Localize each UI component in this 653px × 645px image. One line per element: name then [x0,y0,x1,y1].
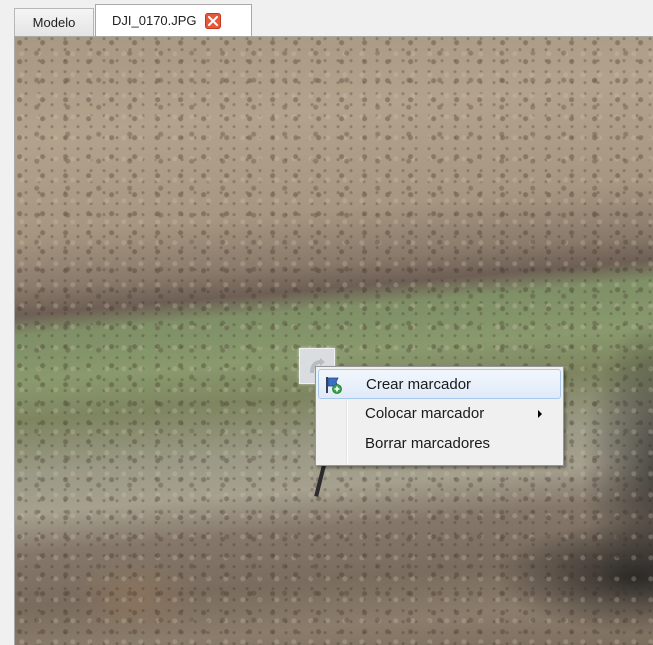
photo-texture [15,37,653,645]
photo-editor-window: Modelo DJI_0170.JPG Crear marcador Coloc… [0,0,653,645]
menu-item-colocar-marcador[interactable]: Colocar marcador [318,399,561,429]
tab-bar: Modelo DJI_0170.JPG [0,0,653,36]
menu-item-crear-marcador[interactable]: Crear marcador [318,369,561,399]
menu-item-label: Borrar marcadores [365,435,491,452]
tab-modelo-label: Modelo [32,15,76,30]
menu-item-label: Crear marcador [366,376,472,393]
tab-photo[interactable]: DJI_0170.JPG [95,4,252,36]
aerial-photo-viewport[interactable] [14,36,653,645]
submenu-arrow-icon [538,410,542,418]
context-menu: Crear marcador Colocar marcador Borrar m… [315,366,564,466]
close-icon[interactable] [204,12,221,29]
tab-modelo[interactable]: Modelo [14,8,94,36]
add-marker-flag-icon [323,375,343,395]
menu-item-label: Colocar marcador [365,405,485,422]
menu-item-borrar-marcadores[interactable]: Borrar marcadores [318,429,561,459]
tab-photo-label: DJI_0170.JPG [112,13,197,28]
